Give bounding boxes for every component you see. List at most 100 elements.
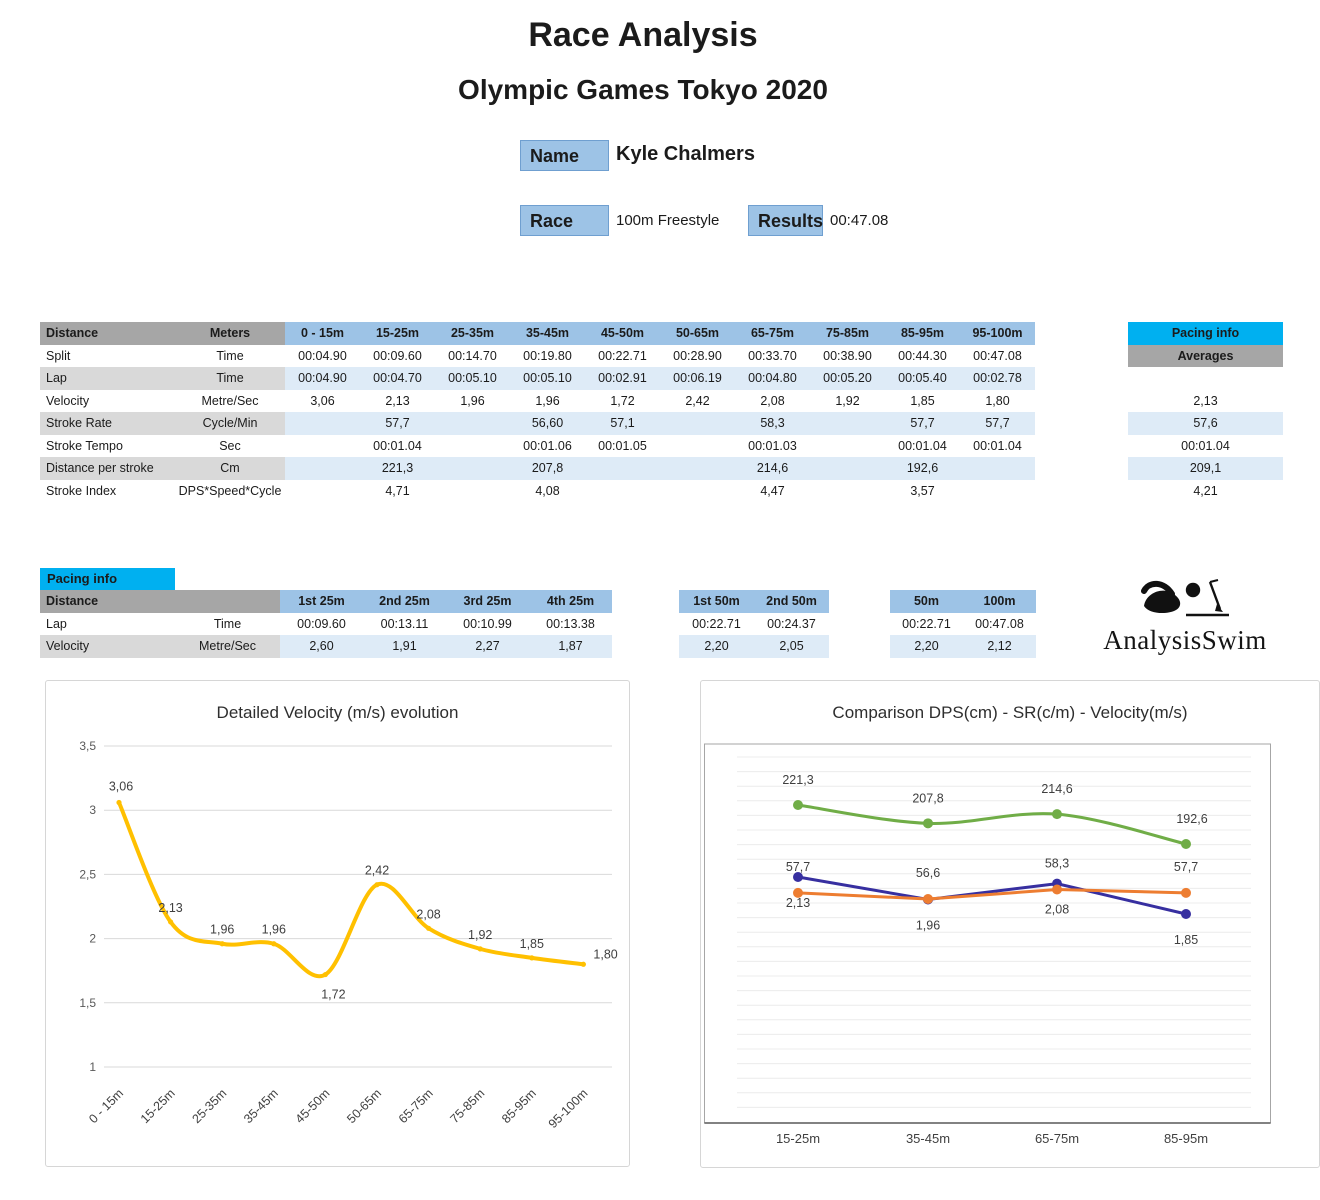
velocity-marker — [323, 972, 328, 977]
value-cell: 1,91 — [363, 635, 446, 658]
series-marker-0 — [923, 818, 933, 828]
column-header: 75-85m — [810, 322, 885, 345]
value-cell: 00:04.90 — [285, 345, 360, 368]
averages-subheader: Averages — [1128, 345, 1283, 368]
average-value: 4,21 — [1128, 480, 1283, 503]
y-tick-label: 1,5 — [79, 996, 96, 1010]
average-value: 2,13 — [1128, 390, 1283, 413]
value-cell — [810, 435, 885, 458]
row-label: Split — [40, 345, 175, 368]
value-cell: 221,3 — [360, 457, 435, 480]
value-cell: 00:01.04 — [960, 435, 1035, 458]
value-cell: 00:02.78 — [960, 367, 1035, 390]
x-category-label: 15-25m — [776, 1131, 820, 1146]
y-tick-label: 2,5 — [79, 867, 96, 881]
name-label: Name — [520, 140, 609, 171]
value-cell: 00:28.90 — [660, 345, 735, 368]
data-label: 2,13 — [786, 896, 810, 910]
value-cell: 3,06 — [285, 390, 360, 413]
series-marker-2 — [1181, 909, 1191, 919]
y-tick-label: 1 — [89, 1060, 96, 1074]
value-cell: 00:22.71 — [585, 345, 660, 368]
comparison-plot: 221,3207,8214,6192,657,756,658,357,72,13… — [701, 681, 1320, 1169]
data-label: 56,6 — [916, 866, 940, 880]
corner-distance: Distance — [40, 590, 280, 613]
race-label: Race — [520, 205, 609, 236]
row-label: Velocity — [40, 390, 175, 413]
value-cell — [660, 412, 735, 435]
row-unit: Time — [175, 613, 280, 636]
value-cell: 00:05.10 — [510, 367, 585, 390]
value-cell: 00:22.71 — [890, 613, 963, 636]
corner-distance: Distance — [40, 322, 175, 345]
column-header: 2nd 50m — [754, 590, 829, 613]
half-splits-table: 1st 50m2nd 50m00:22.7100:24.372,202,05 — [679, 590, 829, 658]
column-header: 85-95m — [885, 322, 960, 345]
full-splits-table: 50m100m00:22.7100:47.082,202,12 — [890, 590, 1036, 658]
column-header: 100m — [963, 590, 1036, 613]
x-category-label: 0 - 15m — [86, 1086, 126, 1126]
value-cell: 2,08 — [735, 390, 810, 413]
data-label: 57,7 — [1174, 860, 1198, 874]
value-cell: 1,87 — [529, 635, 612, 658]
data-label: 1,92 — [468, 928, 492, 942]
value-cell: 2,27 — [446, 635, 529, 658]
data-label: 214,6 — [1041, 782, 1072, 796]
x-category-label: 85-95m — [1164, 1131, 1208, 1146]
value-cell: 57,1 — [585, 412, 660, 435]
value-cell: 00:19.80 — [510, 345, 585, 368]
value-cell: 1,96 — [510, 390, 585, 413]
value-cell — [435, 435, 510, 458]
column-header: 0 - 15m — [285, 322, 360, 345]
column-header: 95-100m — [960, 322, 1035, 345]
data-label: 192,6 — [1176, 812, 1207, 826]
value-cell: 1,92 — [810, 390, 885, 413]
average-value: 209,1 — [1128, 457, 1283, 480]
column-header: 15-25m — [360, 322, 435, 345]
value-cell: 2,20 — [890, 635, 963, 658]
value-cell: 00:01.06 — [510, 435, 585, 458]
data-label: 221,3 — [782, 773, 813, 787]
value-cell: 2,42 — [660, 390, 735, 413]
value-cell: 57,7 — [360, 412, 435, 435]
value-cell: 00:05.10 — [435, 367, 510, 390]
value-cell: 00:04.80 — [735, 367, 810, 390]
averages-header: Pacing info — [1128, 322, 1283, 345]
value-cell: 00:04.70 — [360, 367, 435, 390]
value-cell: 57,7 — [885, 412, 960, 435]
column-header: 50m — [890, 590, 963, 613]
row-label: Stroke Tempo — [40, 435, 175, 458]
column-header: 35-45m — [510, 322, 585, 345]
column-header: 1st 25m — [280, 590, 363, 613]
value-cell: 4,08 — [510, 480, 585, 503]
table-row: SplitTime00:04.9000:09.6000:14.7000:19.8… — [40, 345, 1035, 368]
x-category-label: 25-35m — [189, 1086, 229, 1126]
velocity-marker — [478, 946, 483, 951]
row-label: Velocity — [40, 635, 175, 658]
value-cell — [285, 480, 360, 503]
value-cell: 00:05.40 — [885, 367, 960, 390]
table-row: Stroke RateCycle/Min57,756,6057,158,357,… — [40, 412, 1035, 435]
corner-meters: Meters — [175, 322, 285, 345]
column-header: 4th 25m — [529, 590, 612, 613]
value-cell — [810, 457, 885, 480]
data-label: 1,85 — [1174, 933, 1198, 947]
velocity-evolution-plot: 3,532,521,513,062,131,961,961,722,422,08… — [46, 681, 631, 1168]
value-cell: 4,71 — [360, 480, 435, 503]
row-unit: Metre/Sec — [175, 635, 280, 658]
value-cell: 00:47.08 — [960, 345, 1035, 368]
table-row: LapTime00:04.9000:04.7000:05.1000:05.100… — [40, 367, 1035, 390]
row-unit: DPS*Speed*Cycle — [175, 480, 285, 503]
value-cell: 00:33.70 — [735, 345, 810, 368]
value-cell: 00:09.60 — [280, 613, 363, 636]
x-category-label: 35-45m — [906, 1131, 950, 1146]
column-header: 3rd 25m — [446, 590, 529, 613]
row-label: Lap — [40, 613, 175, 636]
velocity-marker — [374, 882, 379, 887]
value-cell: 1,96 — [435, 390, 510, 413]
velocity-marker — [581, 962, 586, 967]
y-tick-label: 3 — [89, 803, 96, 817]
x-category-label: 45-50m — [293, 1086, 333, 1126]
race-value: 100m Freestyle — [616, 212, 719, 229]
row-label: Stroke Rate — [40, 412, 175, 435]
